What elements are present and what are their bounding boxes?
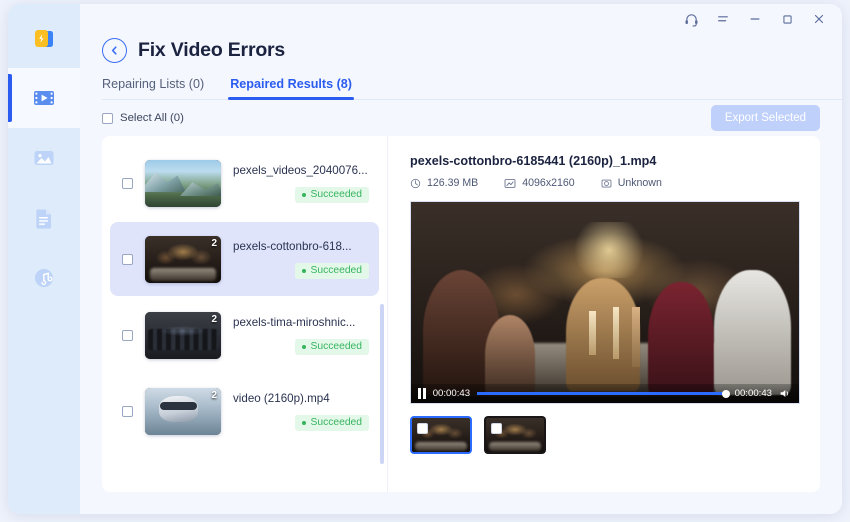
file-list-pane: pexels_videos_2040076... Succeeded 2 pex… xyxy=(102,136,388,492)
row-checkbox[interactable] xyxy=(122,329,133,341)
image-icon xyxy=(34,151,54,165)
status-label: Succeeded xyxy=(310,341,362,352)
select-all-control[interactable]: Select All (0) xyxy=(102,112,184,124)
meta-camera-value: Unknown xyxy=(617,177,662,189)
sidebar-item-audio-repair[interactable] xyxy=(8,248,80,308)
back-button[interactable] xyxy=(102,38,127,63)
window-titlebar xyxy=(80,4,842,34)
sidebar-item-photo-repair[interactable] xyxy=(8,128,80,188)
status-dot-icon xyxy=(302,420,307,425)
detail-file-title: pexels-cottonbro-6185441 (2160p)_1.mp4 xyxy=(410,154,657,168)
pause-icon[interactable] xyxy=(418,388,426,399)
video-frame: 00:00:43 00:00:43 xyxy=(411,202,799,403)
file-name: pexels-cottonbro-618... xyxy=(233,239,352,253)
clip-thumb-checkbox[interactable] xyxy=(417,423,428,434)
hamburger-menu-icon[interactable] xyxy=(714,10,732,28)
meta-file-size-value: 126.39 MB xyxy=(427,177,479,189)
clip-thumbnail-strip xyxy=(410,416,800,460)
file-name: pexels_videos_2040076... xyxy=(233,163,368,177)
row-checkbox[interactable] xyxy=(122,405,133,417)
video-player[interactable]: 00:00:43 00:00:43 xyxy=(410,201,800,404)
sidebar-item-app-logo[interactable] xyxy=(8,10,80,68)
row-checkbox[interactable] xyxy=(122,177,133,189)
page-header: Fix Video Errors xyxy=(80,34,842,63)
camera-icon xyxy=(601,179,612,188)
page-title: Fix Video Errors xyxy=(138,39,286,61)
file-name: pexels-tima-miroshnic... xyxy=(233,315,356,329)
list-scrollbar[interactable] xyxy=(380,304,384,464)
player-controls: 00:00:43 00:00:43 xyxy=(411,384,799,403)
file-name: video (2160p).mp4 xyxy=(233,391,330,405)
row-thumbnail: 2 xyxy=(145,387,221,435)
status-label: Succeeded xyxy=(310,265,362,276)
minimize-icon[interactable] xyxy=(746,10,764,28)
close-icon[interactable] xyxy=(810,10,828,28)
file-size-icon xyxy=(410,178,421,188)
row-thumbnail: 2 xyxy=(145,235,221,283)
clip-count-badge: 2 xyxy=(211,313,217,325)
detail-pane: pexels-cottonbro-6185441 (2160p)_1.mp4 1… xyxy=(388,136,820,492)
status-dot-icon xyxy=(302,268,307,273)
export-selected-button[interactable]: Export Selected xyxy=(710,105,820,131)
clip-thumb-1[interactable] xyxy=(410,416,472,454)
music-icon xyxy=(35,269,53,287)
main-area: Fix Video Errors Repairing Lists (0) Rep… xyxy=(80,4,842,514)
app-logo-icon xyxy=(35,30,53,47)
app-window: Fix Video Errors Repairing Lists (0) Rep… xyxy=(8,4,842,514)
list-item[interactable]: 2 video (2160p).mp4 Succeeded xyxy=(110,374,379,448)
meta-file-size: 126.39 MB xyxy=(410,177,478,189)
select-all-label: Select All (0) xyxy=(120,112,184,124)
chevron-left-icon xyxy=(111,46,117,55)
status-label: Succeeded xyxy=(310,417,362,428)
tab-repaired-results[interactable]: Repaired Results (8) xyxy=(228,77,354,100)
tab-bar: Repairing Lists (0) Repaired Results (8) xyxy=(102,77,842,100)
status-dot-icon xyxy=(302,192,307,197)
row-thumbnail xyxy=(145,159,221,207)
total-time: 00:00:43 xyxy=(734,388,772,399)
support-headset-icon[interactable] xyxy=(682,10,700,28)
status-badge: Succeeded xyxy=(295,186,369,203)
progress-knob[interactable] xyxy=(721,389,730,398)
status-label: Succeeded xyxy=(310,189,362,200)
select-all-checkbox[interactable] xyxy=(102,112,113,124)
progress-fill xyxy=(477,392,728,395)
list-item[interactable]: pexels_videos_2040076... Succeeded xyxy=(110,146,379,220)
list-item[interactable]: 2 pexels-cottonbro-618... Succeeded xyxy=(110,222,379,296)
content-card: pexels_videos_2040076... Succeeded 2 pex… xyxy=(102,136,820,492)
detail-meta-row: 126.39 MB 4096x2160 Unknown xyxy=(410,177,800,189)
clip-count-badge: 2 xyxy=(211,237,217,249)
document-icon xyxy=(36,209,51,229)
current-time: 00:00:43 xyxy=(432,388,471,399)
volume-icon[interactable] xyxy=(779,388,792,399)
resolution-icon xyxy=(504,178,516,188)
meta-camera: Unknown xyxy=(601,177,662,189)
list-toolbar: Select All (0) Export Selected xyxy=(102,100,820,136)
tab-repairing-lists[interactable]: Repairing Lists (0) xyxy=(102,77,204,99)
sidebar-item-video-repair[interactable] xyxy=(8,68,80,128)
status-dot-icon xyxy=(302,344,307,349)
row-checkbox[interactable] xyxy=(122,253,133,265)
clip-thumb-2[interactable] xyxy=(484,416,546,454)
clip-thumb-checkbox[interactable] xyxy=(491,423,502,434)
status-badge: Succeeded xyxy=(295,338,369,355)
video-icon xyxy=(34,91,54,105)
meta-resolution-value: 4096x2160 xyxy=(522,177,575,189)
status-badge: Succeeded xyxy=(295,262,369,279)
clip-count-badge: 2 xyxy=(211,389,217,401)
sidebar-item-file-repair[interactable] xyxy=(8,188,80,248)
meta-resolution: 4096x2160 xyxy=(504,177,575,189)
list-item[interactable]: 2 pexels-tima-miroshnic... Succeeded xyxy=(110,298,379,372)
progress-bar[interactable] xyxy=(477,389,730,398)
status-badge: Succeeded xyxy=(295,414,369,431)
row-thumbnail: 2 xyxy=(145,311,221,359)
sidebar xyxy=(8,4,80,514)
maximize-icon[interactable] xyxy=(778,10,796,28)
